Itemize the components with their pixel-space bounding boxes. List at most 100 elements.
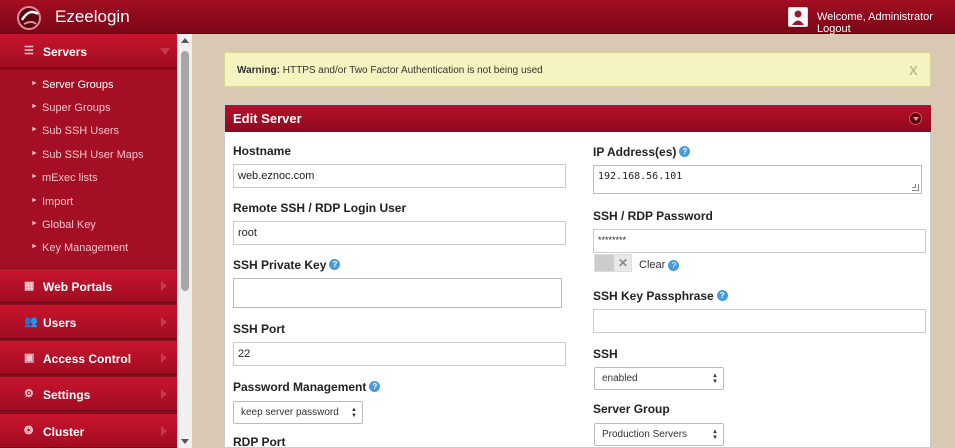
select-arrows-icon: ▲ ▼	[712, 429, 718, 441]
sidebar-scrollbar[interactable]	[177, 34, 192, 448]
sidebar-section-label: Cluster	[43, 425, 85, 439]
sidebar-item-label: Import	[42, 196, 74, 208]
warning-close-button[interactable]: X	[909, 63, 918, 78]
select-value: enabled	[602, 373, 638, 384]
login-user-input[interactable]: root	[233, 221, 566, 245]
ssh-port-input[interactable]: 22	[233, 342, 566, 366]
ip-address-label: IP Address(es)?	[593, 145, 691, 159]
chevron-right-icon	[161, 389, 167, 399]
sidebar-item-label: Server Groups	[42, 79, 114, 91]
sidebar-item-label: Global Key	[42, 219, 96, 231]
chevron-right-icon	[161, 353, 167, 363]
sidebar-section-settings[interactable]: ⚙ Settings	[0, 377, 177, 411]
gears-icon: ⚙	[24, 388, 34, 400]
bullet-icon: ►	[31, 80, 38, 87]
select-arrows-icon: ▲ ▼	[712, 373, 718, 385]
sidebar-section-label: Settings	[43, 388, 91, 402]
ssh-label: SSH	[593, 347, 618, 361]
sidebar-item-label: Sub SSH Users	[42, 125, 120, 137]
hostname-label: Hostname	[233, 144, 292, 158]
bullet-icon: ►	[31, 150, 38, 157]
private-key-textarea[interactable]	[233, 278, 562, 308]
ezeelogin-logo-icon	[17, 6, 41, 30]
ssh-port-label: SSH Port	[233, 322, 286, 336]
help-icon[interactable]: ?	[716, 290, 728, 301]
sidebar-item-global-key[interactable]: ► Global Key	[0, 214, 177, 237]
login-user-label: Remote SSH / RDP Login User	[233, 201, 407, 215]
scroll-up-arrow-icon[interactable]	[181, 38, 189, 43]
password-label: SSH / RDP Password	[593, 209, 713, 223]
bullet-icon: ►	[31, 197, 38, 204]
clear-password-toggle[interactable]: ✕	[594, 254, 632, 272]
chevron-down-icon	[160, 48, 170, 55]
bullet-icon: ►	[31, 243, 38, 250]
server-group-label: Server Group	[593, 402, 670, 416]
clear-label: Clear?	[639, 259, 680, 271]
bullet-icon: ►	[31, 126, 38, 133]
sidebar-item-sub-ssh-users[interactable]: ► Sub SSH Users	[0, 120, 177, 143]
hostname-input[interactable]: web.eznoc.com	[233, 164, 566, 188]
chevron-right-icon	[161, 317, 167, 327]
sidebar-item-server-groups[interactable]: ► Server Groups	[0, 74, 177, 97]
bullet-icon: ►	[31, 103, 38, 110]
clear-label-text: Clear	[639, 259, 666, 271]
sidebar-item-key-management[interactable]: ► Key Management	[0, 237, 177, 260]
rdp-port-label: RDP Port	[233, 435, 286, 448]
collapse-toggle-icon[interactable]	[909, 112, 922, 125]
welcome-logout-link[interactable]: Welcome, Administrator Logout	[817, 11, 955, 35]
help-icon[interactable]: ?	[329, 259, 341, 270]
scroll-down-arrow-icon[interactable]	[181, 439, 189, 444]
grid-icon: ▦	[24, 280, 35, 292]
scrollbar-thumb[interactable]	[181, 51, 189, 291]
passphrase-label: SSH Key Passphrase?	[593, 289, 728, 303]
resize-handle-icon[interactable]	[912, 184, 919, 191]
panel-header: Edit Server	[225, 105, 931, 132]
passphrase-label-text: SSH Key Passphrase	[593, 289, 714, 303]
sidebar-item-label: Key Management	[42, 242, 129, 254]
warning-alert: Warning: HTTPS and/or Two Factor Authent…	[224, 52, 931, 87]
sidebar-section-users[interactable]: 👥 Users	[0, 305, 177, 339]
passphrase-input[interactable]	[593, 309, 926, 333]
help-icon[interactable]: ?	[668, 260, 680, 271]
bullet-icon: ►	[31, 220, 38, 227]
password-management-label: Password Management?	[233, 380, 381, 394]
select-arrows-icon: ▲ ▼	[351, 407, 357, 419]
sidebar-section-label: Web Portals	[43, 280, 113, 294]
sidebar-section-access-control[interactable]: ▣ Access Control	[0, 341, 177, 375]
bullet-icon: ►	[31, 173, 38, 180]
select-value: keep server password	[241, 407, 339, 418]
password-management-label-text: Password Management	[233, 380, 367, 394]
lock-icon: ▣	[24, 352, 35, 364]
sidebar-section-label: Servers	[43, 45, 88, 59]
ip-address-textarea[interactable]: 192.168.56.101	[593, 165, 922, 194]
warning-message: HTTPS and/or Two Factor Authentication i…	[282, 65, 543, 76]
sidebar-item-super-groups[interactable]: ► Super Groups	[0, 97, 177, 120]
help-icon[interactable]: ?	[679, 146, 691, 157]
users-icon: 👥	[24, 316, 38, 328]
list-icon: ☰	[24, 45, 34, 57]
help-icon[interactable]: ?	[369, 381, 381, 392]
user-avatar-icon[interactable]	[788, 7, 808, 27]
cluster-icon: ❂	[24, 425, 34, 437]
sidebar-section-servers[interactable]: ☰ Servers	[0, 34, 177, 68]
sidebar-item-sub-ssh-user-maps[interactable]: ► Sub SSH User Maps	[0, 144, 177, 167]
warning-prefix: Warning:	[237, 65, 280, 76]
brand-title[interactable]: Ezeelogin	[55, 7, 130, 27]
sidebar-section-label: Users	[43, 316, 77, 330]
ssh-select[interactable]: enabled ▲ ▼	[594, 367, 724, 390]
password-input[interactable]: ********	[593, 229, 926, 253]
private-key-label: SSH Private Key?	[233, 258, 341, 272]
sidebar-item-mexec-lists[interactable]: ► mExec lists	[0, 167, 177, 190]
server-group-select[interactable]: Production Servers ▲ ▼	[594, 423, 724, 446]
edit-server-panel: Edit Server	[224, 104, 931, 448]
private-key-label-text: SSH Private Key	[233, 258, 327, 272]
sidebar-section-web-portals[interactable]: ▦ Web Portals	[0, 269, 177, 303]
ip-address-value: 192.168.56.101	[598, 171, 683, 182]
sidebar-section-label: Access Control	[43, 352, 132, 366]
chevron-right-icon	[161, 281, 167, 291]
sidebar-item-label: Sub SSH User Maps	[42, 149, 144, 161]
sidebar-item-import[interactable]: ► Import	[0, 191, 177, 214]
password-management-select[interactable]: keep server password ▲ ▼	[233, 401, 363, 424]
servers-submenu: ► Server Groups ► Super Groups ► Sub SSH Us…	[0, 70, 177, 268]
sidebar-section-cluster[interactable]: ❂ Cluster	[0, 414, 177, 448]
